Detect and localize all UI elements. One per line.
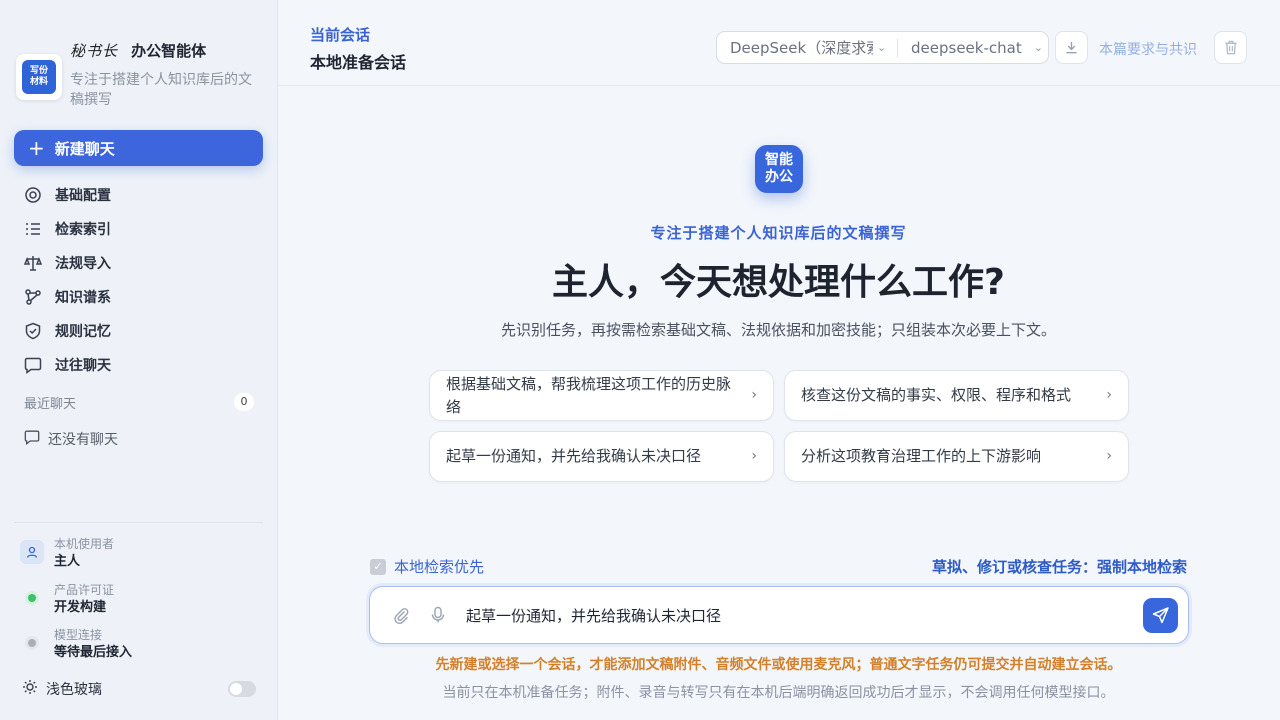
gear-icon — [24, 186, 44, 204]
status-dot-icon — [20, 631, 44, 655]
checkbox-icon: ✓ — [370, 558, 386, 575]
footer-note: 当前只在本机准备任务；附件、录音与转写只有在本机后端明确返回成功后才显示，不会调… — [442, 685, 1115, 701]
microphone-icon[interactable] — [430, 606, 448, 624]
plus-icon: + — [28, 136, 45, 160]
local-search-label: 本地检索优先 — [394, 558, 485, 576]
sidebar-item-past-chats[interactable]: 过往聊天 — [24, 348, 111, 382]
license-value: 开发构建 — [54, 600, 107, 615]
page-title: 本地准备会话 — [310, 53, 407, 72]
force-local-search-label: 草拟、修订或核查任务：强制本地检索 — [931, 558, 1187, 576]
provider-value: DeepSeek（深度求索） — [730, 39, 873, 57]
sidebar-item-label: 过往聊天 — [55, 358, 111, 374]
brand: 写份 材料 秘书长 办公智能体 专注于搭建个人知识库后的文稿撰写 — [16, 40, 256, 110]
suggestion-text: 起草一份通知，并先给我确认未决口径 — [446, 447, 702, 465]
header: 当前会话 本地准备会话 DeepSeek（深度求索） ⌄ deepseek-ch… — [278, 0, 1280, 86]
model-select[interactable]: deepseek-chat ⌄ — [898, 32, 1043, 63]
recent-chats-header: 最近聊天 0 — [24, 393, 254, 412]
suggestion-text: 根据基础文稿，帮我梳理这项工作的历史脉络 — [446, 374, 732, 416]
new-chat-button[interactable]: + 新建聊天 — [14, 130, 263, 166]
trash-icon — [1224, 40, 1237, 55]
download-icon — [1066, 41, 1077, 54]
consensus-link[interactable]: 本篇要求与共识 — [1099, 39, 1197, 59]
suggestion-text: 分析这项教育治理工作的上下游影响 — [801, 447, 1042, 465]
brand-logo-mark: 写份 材料 — [22, 60, 56, 94]
current-session-label: 当前会话 — [310, 26, 371, 44]
provider-select[interactable]: DeepSeek（深度求索） ⌄ — [717, 32, 897, 63]
download-button[interactable] — [1055, 31, 1088, 64]
suggestion-card[interactable]: 核查这份文稿的事实、权限、程序和格式 › — [784, 370, 1129, 421]
sidebar: 写份 材料 秘书长 办公智能体 专注于搭建个人知识库后的文稿撰写 + 新建聊天 基… — [0, 0, 278, 720]
new-chat-label: 新建聊天 — [54, 139, 115, 158]
headline: 主人，今天想处理什么工作? — [552, 262, 1005, 303]
composer — [369, 586, 1189, 644]
suggestion-card[interactable]: 根据基础文稿，帮我梳理这项工作的历史脉络 › — [429, 370, 774, 421]
model-label: 模型连接 — [54, 628, 103, 642]
suggestion-card[interactable]: 分析这项教育治理工作的上下游影响 › — [784, 431, 1129, 482]
paperclip-icon[interactable] — [392, 606, 410, 624]
model-name: deepseek-chat — [911, 38, 1022, 57]
brand-signature: 秘书长 — [70, 42, 119, 60]
warning-text: 先新建或选择一个会话，才能添加文稿附件、音频文件或使用麦克风；普通文字任务仍可提… — [435, 657, 1122, 673]
user-label: 本机使用者 — [54, 537, 115, 551]
recent-chats-title: 最近聊天 — [24, 397, 77, 412]
chat-icon — [24, 356, 44, 374]
empty-chat-label: 还没有聊天 — [48, 432, 118, 448]
send-icon — [1152, 607, 1169, 624]
user-icon — [20, 540, 44, 564]
chevron-right-icon: › — [751, 387, 757, 403]
prompt-input[interactable] — [466, 606, 1143, 624]
empty-chat-placeholder: 还没有聊天 — [24, 429, 118, 449]
status-dot-icon — [20, 586, 44, 610]
license-info: 产品许可证 开发构建 — [20, 582, 114, 618]
chevron-right-icon: › — [1106, 448, 1112, 464]
chevron-down-icon: ⌄ — [877, 41, 887, 54]
user-value: 主人 — [54, 554, 81, 569]
delete-button[interactable] — [1214, 31, 1247, 64]
model-selector: DeepSeek（深度求索） ⌄ deepseek-chat ⌄ — [716, 31, 1049, 64]
sidebar-item-label: 基础配置 — [55, 188, 111, 204]
subline: 先识别任务，再按需检索基础文稿、法规依据和加密技能；只组装本次必要上下文。 — [500, 321, 1056, 339]
suggestion-card[interactable]: 起草一份通知，并先给我确认未决口径 › — [429, 431, 774, 482]
user-info: 本机使用者 主人 — [20, 536, 114, 572]
recent-chats-count: 0 — [234, 393, 254, 411]
suggestion-text: 核查这份文稿的事实、权限、程序和格式 — [801, 386, 1072, 404]
brand-description: 专注于搭建个人知识库后的文稿撰写 — [70, 72, 252, 108]
chevron-right-icon: › — [751, 448, 757, 464]
brand-logo: 写份 材料 — [16, 54, 62, 100]
license-label: 产品许可证 — [54, 583, 115, 597]
chat-icon — [24, 429, 40, 449]
chevron-right-icon: › — [1106, 387, 1112, 403]
divider — [14, 522, 263, 523]
tagline: 专注于搭建个人知识库后的文稿撰写 — [650, 224, 907, 242]
send-button[interactable] — [1143, 597, 1178, 633]
local-search-checkbox[interactable]: ✓ 本地检索优先 — [370, 556, 484, 577]
hero-logo: 智能 办公 — [755, 145, 803, 193]
chevron-down-icon: ⌄ — [1033, 41, 1043, 54]
sidebar-item-basic-config[interactable]: 基础配置 — [24, 178, 111, 212]
brand-name: 办公智能体 — [131, 42, 207, 60]
